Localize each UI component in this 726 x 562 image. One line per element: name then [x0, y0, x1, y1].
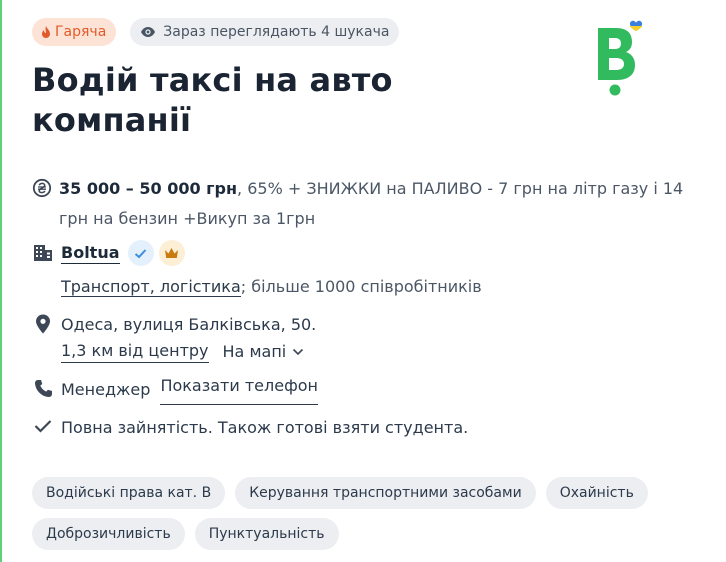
chevron-down-icon [293, 348, 304, 355]
on-map-toggle[interactable]: На мапі [223, 342, 305, 361]
crown-icon [158, 240, 185, 266]
company-size: ; більше 1000 співробітників [240, 277, 482, 296]
skill-tag[interactable]: Пунктуальність [194, 518, 339, 550]
company-name-link[interactable]: Boltua [61, 243, 120, 264]
flame-icon [42, 26, 50, 38]
company-meta: Транспорт, логістика; більше 1000 співро… [61, 274, 482, 300]
check-icon [32, 419, 54, 433]
skill-tag[interactable]: Водійські права кат. B [32, 477, 226, 509]
skill-tag[interactable]: Доброзичливість [32, 518, 185, 550]
viewers-badge: Зараз переглядають 4 шукача [130, 18, 400, 46]
distance-from-center: 1,3 км від центру [61, 340, 209, 363]
bolt-logo-icon[interactable] [594, 18, 650, 98]
hot-badge: Гаряча [32, 18, 117, 46]
viewers-badge-label: Зараз переглядають 4 шукача [163, 24, 390, 40]
eye-icon [141, 27, 156, 37]
location-sub-row: 1,3 км від центру На мапі [61, 340, 304, 363]
map-pin-icon [32, 314, 54, 334]
salary-range: 35 000 – 50 000 грн [59, 179, 238, 198]
contact-row: Менеджер Показати телефон [32, 375, 319, 405]
skill-tag[interactable]: Керування транспортними засобами [235, 477, 536, 509]
company-row: Boltua [32, 240, 185, 266]
company-category-link[interactable]: Транспорт, логістика [61, 277, 241, 297]
salary-row: 35 000 – 50 000 грн, 65% + ЗНИЖКИ на ПАЛ… [32, 174, 692, 234]
hot-badge-label: Гаряча [55, 24, 107, 40]
employment-row: Повна зайнятість. Також готові взяти сту… [32, 413, 468, 443]
employment-text: Повна зайнятість. Також готові взяти сту… [61, 418, 469, 437]
phone-icon [32, 379, 54, 398]
on-map-label: На мапі [222, 342, 287, 361]
hryvnia-icon [32, 178, 52, 198]
building-icon [32, 244, 54, 262]
location-row: Одеса, вулиця Балківська, 50. [32, 310, 316, 340]
skill-tag[interactable]: Охайність [545, 477, 648, 509]
show-phone-link[interactable]: Показати телефон [160, 375, 319, 405]
vacancy-title: Водій таксі на авто компанії [32, 61, 393, 139]
badges-row: Гаряча Зараз переглядають 4 шукача [32, 18, 400, 46]
skill-tags: Водійські права кат. B Керування транспо… [32, 477, 682, 550]
contact-role: Менеджер [61, 380, 151, 399]
address-text: Одеса, вулиця Балківська, 50. [61, 315, 317, 334]
verified-check-icon [127, 240, 154, 266]
left-accent-line [0, 0, 2, 562]
